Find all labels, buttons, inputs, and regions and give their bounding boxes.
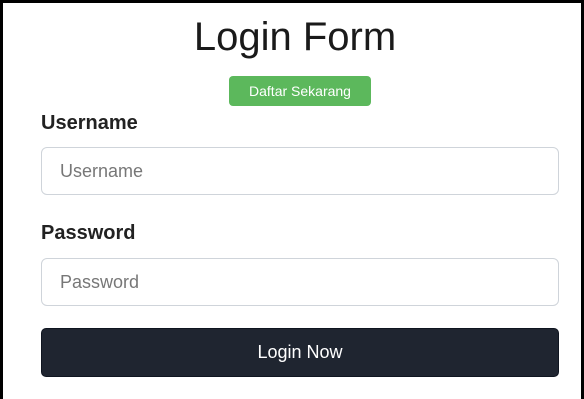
password-label: Password [41, 222, 136, 244]
page-title: Login Form [193, 15, 397, 59]
login-button[interactable]: Login Now [41, 328, 559, 377]
username-label: Username [41, 112, 138, 134]
register-now-button[interactable]: Daftar Sekarang [229, 76, 371, 106]
login-form-panel: Login Form Daftar Sekarang Username Pass… [0, 0, 584, 399]
username-input[interactable] [41, 147, 559, 195]
password-input[interactable] [41, 258, 559, 306]
